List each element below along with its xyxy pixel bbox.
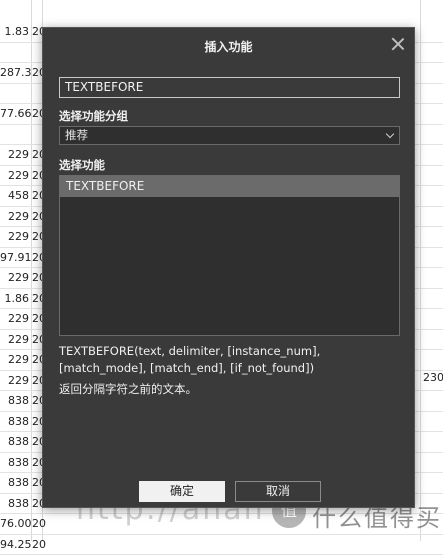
sheet-cell-value[interactable]: 458 [0,189,29,203]
sheet-cell-value[interactable]: 229 [0,333,29,347]
sheet-cell-value[interactable]: 229 [0,169,29,183]
group-label: 选择功能分组 [59,109,128,123]
sheet-cell-value[interactable]: 97.91 [0,251,32,265]
function-syntax: TEXTBEFORE(text, delimiter, [instance_nu… [59,344,321,375]
function-description: 返回分隔字符之前的文本。 [59,382,197,396]
function-list-label: 选择功能 [59,158,105,172]
sheet-cell-value[interactable]: 94.25 [0,538,32,552]
sheet-cell-value[interactable]: 1.86 [0,292,30,306]
sheet-cell-value[interactable]: 1.83 [0,25,30,39]
insert-function-dialog: 插入功能 TEXTBEFORE 选择功能分组 推荐 选择功能 TEXTBEFOR… [42,27,415,508]
function-group-value: 推荐 [65,128,88,142]
sheet-cell-value[interactable]: 77.66 [0,107,32,121]
function-group-select[interactable]: 推荐 [59,126,400,145]
sheet-cell-value[interactable]: 838 [0,476,29,490]
sheet-cell-value[interactable]: 838 [0,394,29,408]
sheet-cell-value[interactable]: 229 [0,210,29,224]
chevron-down-icon [385,129,395,139]
sheet-cell-date[interactable]: 20 [32,538,46,552]
cancel-button[interactable]: 取消 [235,481,321,502]
function-list-item[interactable]: TEXTBEFORE [60,176,399,197]
sheet-cell-value[interactable]: 838 [0,456,29,470]
sheet-cell-value[interactable]: 838 [0,497,29,511]
sheet-cell-value[interactable]: 838 [0,435,29,449]
sheet-cell-value[interactable]: 76.00 [0,517,32,531]
sheet-cell-value[interactable]: 287.3 [0,66,32,80]
sheet-cell-value[interactable]: 229 [0,148,29,162]
sheet-cell-value[interactable]: 229 [0,312,29,326]
sheet-cell-date[interactable]: 20 [32,517,46,531]
sheet-cell-value[interactable]: 838 [0,415,29,429]
close-icon[interactable] [390,36,406,52]
ok-button[interactable]: 确定 [139,481,225,502]
column-divider [420,0,421,541]
function-list[interactable]: TEXTBEFORE [59,175,400,336]
function-search-input[interactable]: TEXTBEFORE [59,77,400,98]
sheet-cell-value[interactable]: 229 [0,353,29,367]
cell-snippet: 23010 [423,371,443,384]
row-divider [0,533,443,535]
sheet-cell-value[interactable]: 229 [0,271,29,285]
dialog-title: 插入功能 [204,40,253,54]
sheet-cell-value[interactable]: 229 [0,374,29,388]
sheet-cell-value[interactable]: 229 [0,230,29,244]
